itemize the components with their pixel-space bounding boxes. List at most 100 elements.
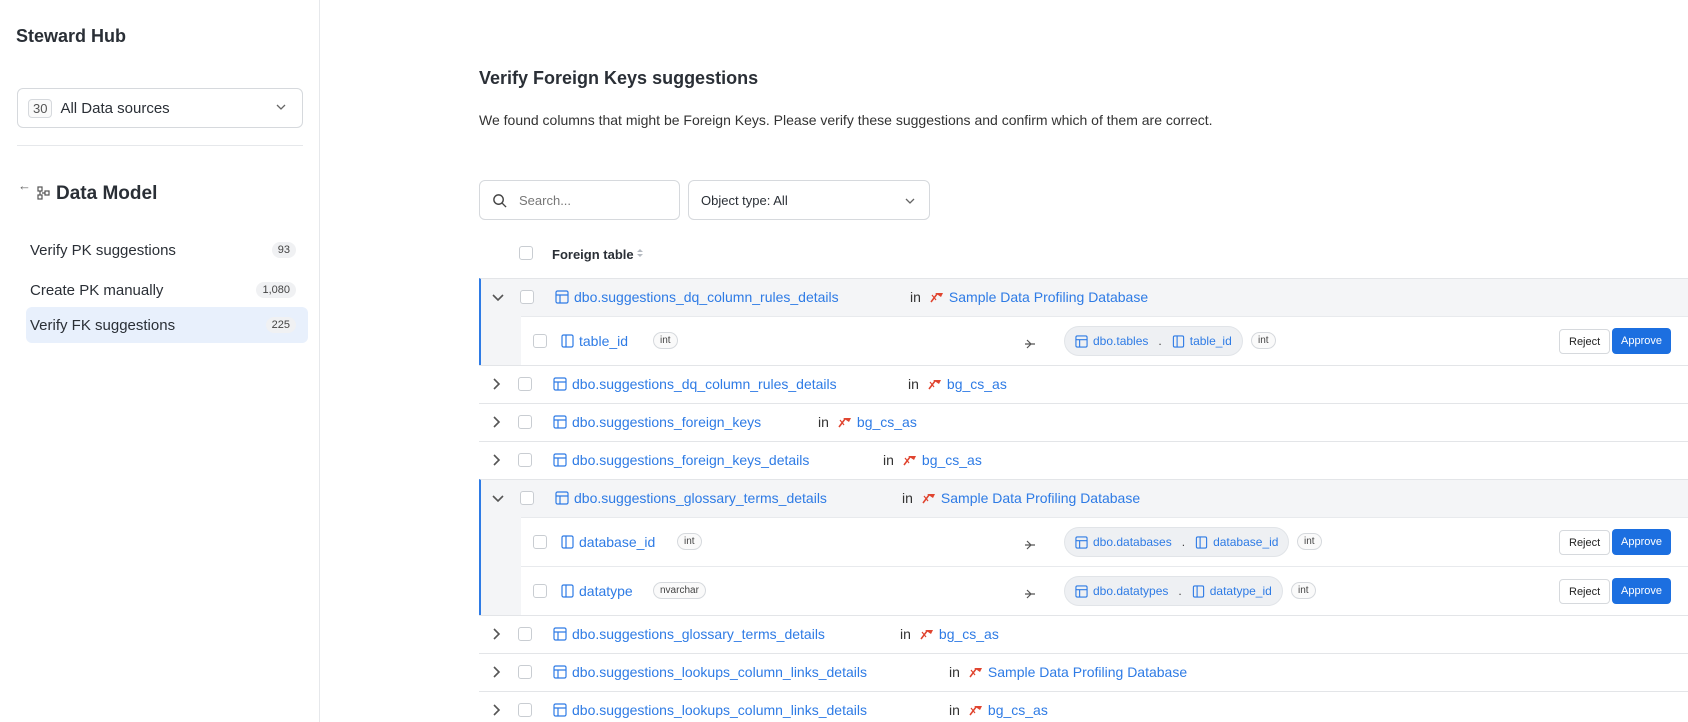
nav-item-verify-fk[interactable]: Verify FK suggestions 225	[26, 307, 308, 343]
nav-item-label: Verify FK suggestions	[30, 316, 176, 334]
nav-item-verify-pk[interactable]: Verify PK suggestions 93	[26, 232, 308, 268]
foreign-table-group: dbo.suggestions_foreign_keys_details in b…	[479, 441, 1688, 479]
row-checkbox[interactable]	[518, 703, 532, 717]
table-location: in bg_cs_as	[949, 702, 1048, 720]
suggestion-row: database_id int dbo.databases . database…	[521, 517, 1688, 566]
foreign-column-link[interactable]: datatype	[579, 583, 633, 599]
referenced-column-link[interactable]: datatype_id	[1210, 584, 1272, 598]
table-icon	[553, 665, 567, 679]
database-link[interactable]: bg_cs_as	[988, 702, 1048, 718]
reject-button[interactable]: Reject	[1559, 329, 1611, 354]
database-icon	[921, 491, 937, 505]
table-row[interactable]: dbo.suggestions_lookups_column_links_det…	[479, 692, 1688, 722]
sort-icon[interactable]	[634, 246, 646, 260]
in-label: in	[910, 289, 921, 305]
table-row[interactable]: dbo.suggestions_lookups_column_links_det…	[479, 654, 1688, 691]
database-link[interactable]: Sample Data Profiling Database	[988, 664, 1187, 680]
table-row[interactable]: dbo.suggestions_foreign_keys in bg_cs_as	[479, 404, 1688, 441]
row-checkbox[interactable]	[518, 453, 532, 467]
table-icon	[555, 491, 569, 505]
table-row[interactable]: dbo.suggestions_glossary_terms_details i…	[479, 616, 1688, 653]
foreign-column-link[interactable]: table_id	[579, 333, 628, 349]
back-arrow-icon[interactable]: ←	[18, 178, 31, 193]
count-badge: 93	[271, 242, 296, 258]
foreign-table-link[interactable]: dbo.suggestions_lookups_column_links_det…	[572, 664, 867, 680]
chevron-right-icon[interactable]	[489, 627, 503, 641]
separator: .	[1158, 334, 1162, 348]
search-box[interactable]	[479, 180, 680, 220]
approve-button[interactable]: Approve	[1612, 578, 1671, 604]
database-icon	[919, 627, 935, 641]
table-icon	[553, 627, 567, 641]
table-row[interactable]: dbo.suggestions_foreign_keys_details in b…	[479, 442, 1688, 479]
referenced-table-link[interactable]: dbo.datatypes	[1093, 584, 1168, 598]
database-icon	[968, 703, 984, 717]
database-link[interactable]: bg_cs_as	[947, 376, 1007, 392]
foreign-table-link[interactable]: dbo.suggestions_glossary_terms_details	[572, 626, 825, 642]
table-row[interactable]: dbo.suggestions_dq_column_rules_details …	[481, 279, 1688, 316]
chevron-right-icon[interactable]	[489, 377, 503, 391]
database-link[interactable]: Sample Data Profiling Database	[949, 289, 1148, 305]
referenced-table-link[interactable]: dbo.databases	[1093, 535, 1172, 549]
object-type-select[interactable]: Object type: All	[688, 180, 930, 220]
approve-button[interactable]: Approve	[1612, 529, 1671, 555]
count-badge: 225	[265, 317, 296, 333]
database-icon	[927, 377, 943, 391]
row-checkbox[interactable]	[533, 535, 547, 549]
foreign-table-group: dbo.suggestions_glossary_terms_details i…	[479, 479, 1688, 615]
table-row[interactable]: dbo.suggestions_dq_column_rules_details …	[479, 366, 1688, 403]
database-link[interactable]: bg_cs_as	[857, 414, 917, 430]
foreign-table-link[interactable]: dbo.suggestions_foreign_keys	[572, 414, 761, 430]
row-checkbox[interactable]	[520, 491, 534, 505]
referenced-column-link[interactable]: database_id	[1213, 535, 1278, 549]
suggestions-list: dbo.suggestions_dq_column_rules_details …	[479, 278, 1688, 722]
search-input[interactable]	[519, 192, 669, 208]
reject-button[interactable]: Reject	[1559, 579, 1611, 604]
select-all-checkbox[interactable]	[519, 246, 533, 260]
referenced-column-link[interactable]: table_id	[1190, 334, 1232, 348]
row-checkbox[interactable]	[518, 665, 532, 679]
row-checkbox[interactable]	[520, 290, 534, 304]
foreign-table-link[interactable]: dbo.suggestions_glossary_terms_details	[574, 490, 827, 506]
referenced-table-link[interactable]: dbo.tables	[1093, 334, 1148, 348]
table-location: in Sample Data Profiling Database	[949, 664, 1187, 682]
object-type-label: Object type: All	[701, 192, 788, 208]
datasource-select[interactable]: 30 All Data sources	[17, 88, 303, 128]
foreign-table-link[interactable]: dbo.suggestions_foreign_keys_details	[572, 452, 809, 468]
row-checkbox[interactable]	[518, 377, 532, 391]
row-checkbox[interactable]	[533, 334, 547, 348]
foreign-table-link[interactable]: dbo.suggestions_lookups_column_links_det…	[572, 702, 867, 718]
row-checkbox[interactable]	[518, 627, 532, 641]
chevron-down-icon	[276, 104, 286, 110]
database-icon	[968, 665, 984, 679]
table-row[interactable]: dbo.suggestions_glossary_terms_details i…	[481, 480, 1688, 517]
suggestion-row: datatype nvarchar dbo.datatypes . dataty…	[521, 566, 1688, 615]
chevron-right-icon[interactable]	[489, 665, 503, 679]
table-location: in Sample Data Profiling Database	[902, 490, 1140, 508]
separator: .	[1181, 535, 1186, 549]
chevron-right-icon[interactable]	[489, 703, 503, 717]
foreign-table-link[interactable]: dbo.suggestions_dq_column_rules_details	[572, 376, 837, 392]
datasource-label: All Data sources	[60, 99, 170, 117]
column-icon	[1172, 334, 1190, 348]
chevron-down-icon[interactable]	[491, 491, 505, 505]
row-checkbox[interactable]	[518, 415, 532, 429]
reject-button[interactable]: Reject	[1559, 530, 1611, 555]
row-checkbox[interactable]	[533, 584, 547, 598]
chevron-right-icon[interactable]	[489, 415, 503, 429]
column-header-foreign-table[interactable]: Foreign table	[552, 247, 634, 262]
foreign-table-link[interactable]: dbo.suggestions_dq_column_rules_details	[574, 289, 839, 305]
in-label: in	[902, 490, 913, 506]
table-icon	[1075, 535, 1093, 549]
referenced-type-badge: int	[1291, 582, 1316, 599]
chevron-right-icon[interactable]	[489, 453, 503, 467]
database-link[interactable]: Sample Data Profiling Database	[941, 490, 1140, 506]
chevron-down-icon[interactable]	[491, 290, 505, 304]
database-link[interactable]: bg_cs_as	[922, 452, 982, 468]
sidebar: Steward Hub 30 All Data sources ← Data M…	[0, 0, 320, 722]
approve-button[interactable]: Approve	[1612, 328, 1671, 354]
nav-item-create-pk[interactable]: Create PK manually 1,080	[26, 272, 308, 308]
table-icon	[553, 377, 567, 391]
database-link[interactable]: bg_cs_as	[939, 626, 999, 642]
foreign-column-link[interactable]: database_id	[579, 534, 655, 550]
